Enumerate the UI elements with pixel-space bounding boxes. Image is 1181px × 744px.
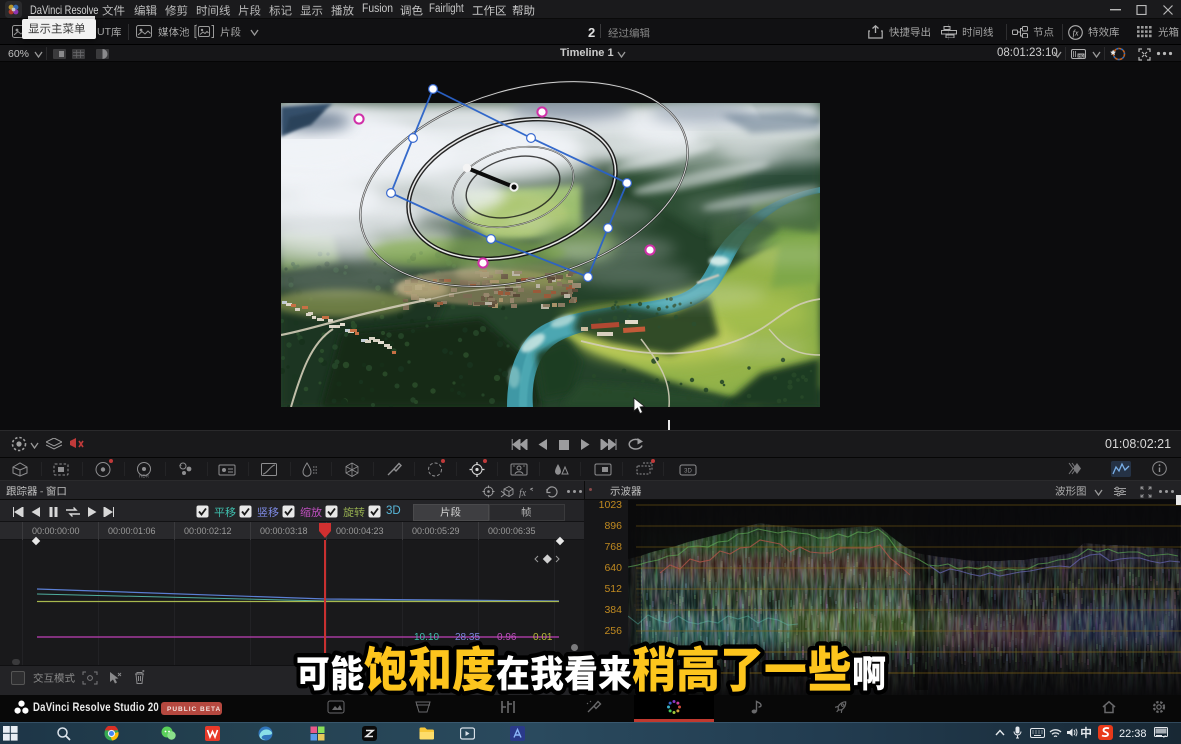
svg-text:fx: fx bbox=[1073, 28, 1079, 37]
svg-text:HDR: HDR bbox=[139, 474, 149, 479]
svg-text:HQ: HQ bbox=[1078, 54, 1084, 58]
svg-text:3D: 3D bbox=[684, 469, 692, 475]
svg-text:fx: fx bbox=[519, 488, 527, 498]
svg-text:+: + bbox=[179, 463, 182, 469]
